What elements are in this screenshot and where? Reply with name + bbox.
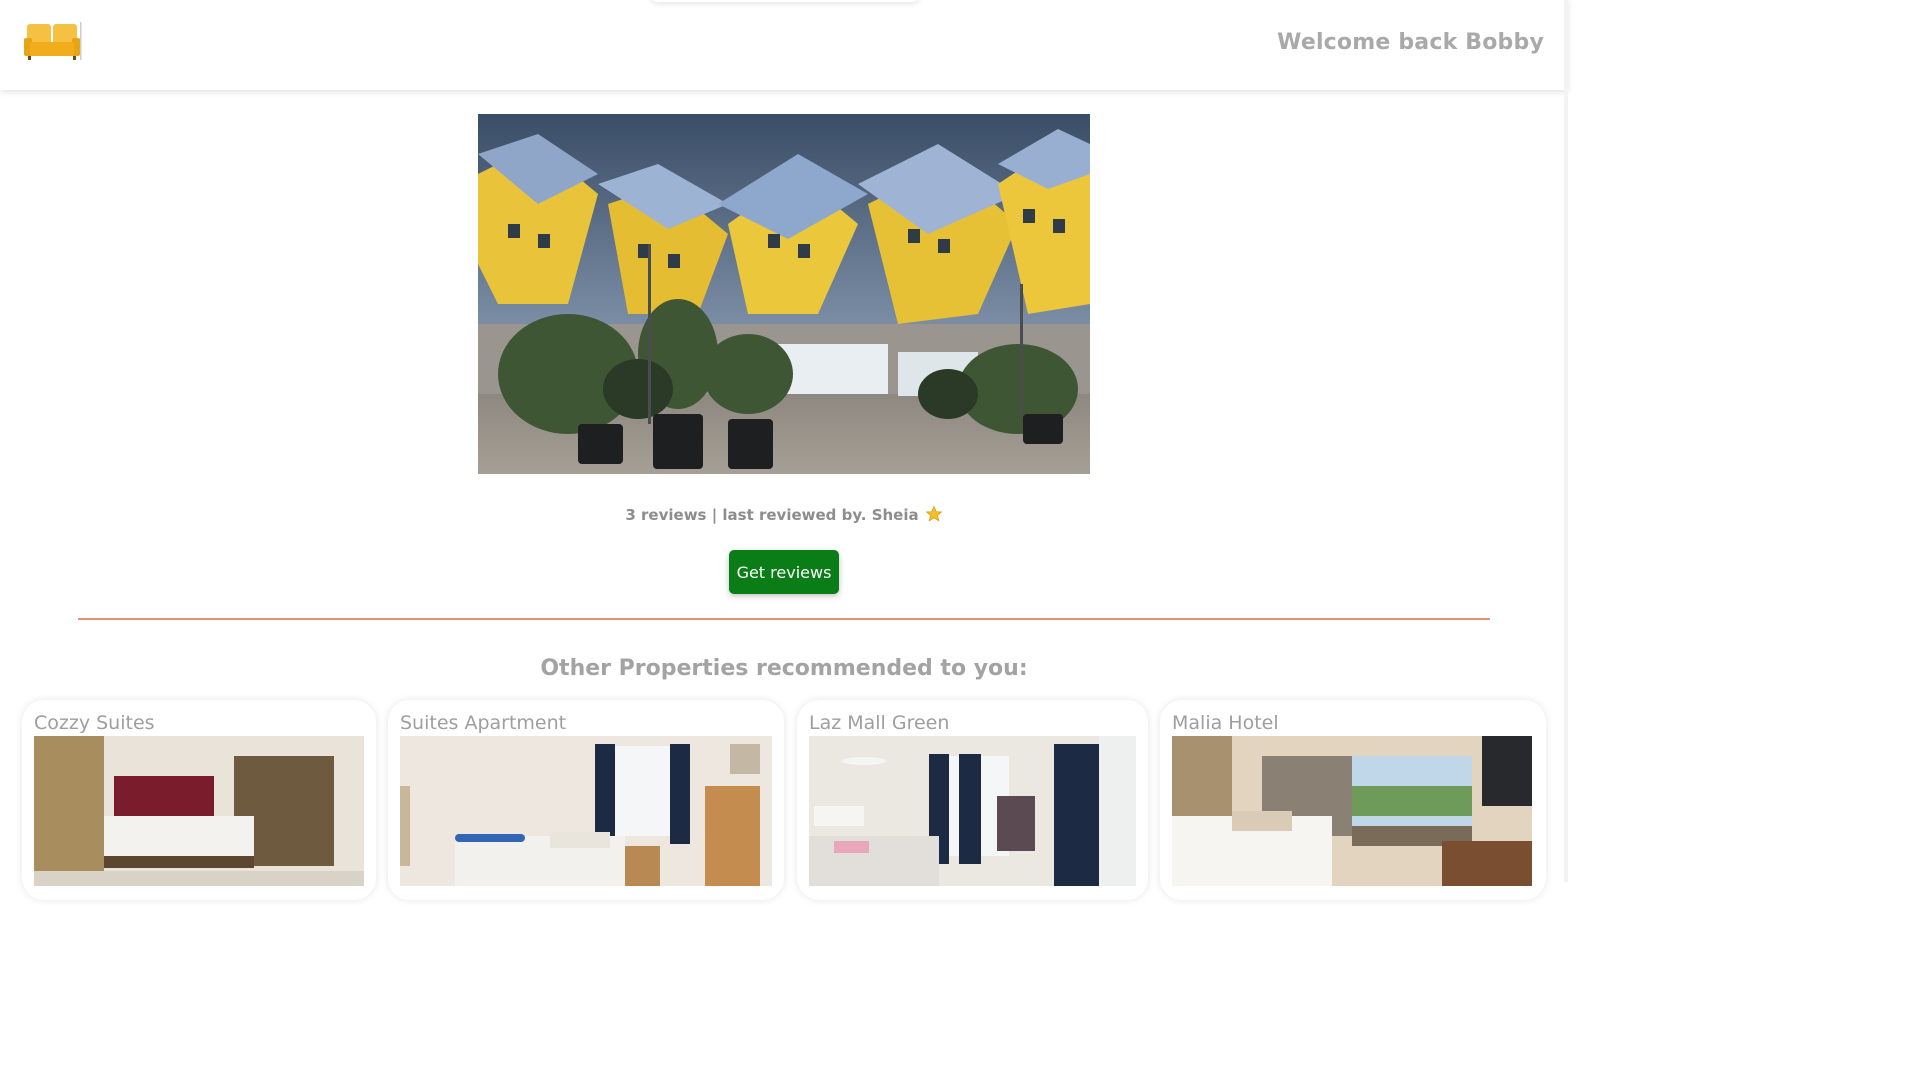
property-card[interactable]: Cozzy Suites xyxy=(22,700,376,900)
sofa-icon[interactable] xyxy=(24,22,82,62)
property-card-title[interactable]: Malia Hotel xyxy=(1172,712,1279,734)
property-card[interactable]: Malia Hotel xyxy=(1160,700,1546,900)
welcome-message: Welcome back Bobby xyxy=(1277,30,1544,55)
property-card-image[interactable] xyxy=(809,736,1136,886)
property-hero-image xyxy=(478,114,1090,474)
scrollbar[interactable] xyxy=(1564,0,1568,882)
top-navbar: Welcome back Bobby xyxy=(0,0,1568,90)
review-summary: 3 reviews | last reviewed by. Sheia xyxy=(0,505,1568,527)
property-card[interactable]: Laz Mall Green xyxy=(797,700,1148,900)
star-icon xyxy=(925,505,943,527)
property-card-title[interactable]: Suites Apartment xyxy=(400,712,566,734)
recommendations-heading: Other Properties recommended to you: xyxy=(540,656,1028,681)
review-summary-text: 3 reviews | last reviewed by. Sheia xyxy=(625,506,919,524)
property-card-image[interactable] xyxy=(400,736,772,886)
property-card[interactable]: Suites Apartment xyxy=(388,700,784,900)
get-reviews-button[interactable]: Get reviews xyxy=(729,550,839,594)
navbar-tab-indicator xyxy=(650,0,920,2)
property-card-title[interactable]: Cozzy Suites xyxy=(34,712,155,734)
property-card-image[interactable] xyxy=(34,736,364,886)
property-card-title[interactable]: Laz Mall Green xyxy=(809,712,949,734)
section-divider xyxy=(78,618,1490,620)
property-card-image[interactable] xyxy=(1172,736,1532,886)
